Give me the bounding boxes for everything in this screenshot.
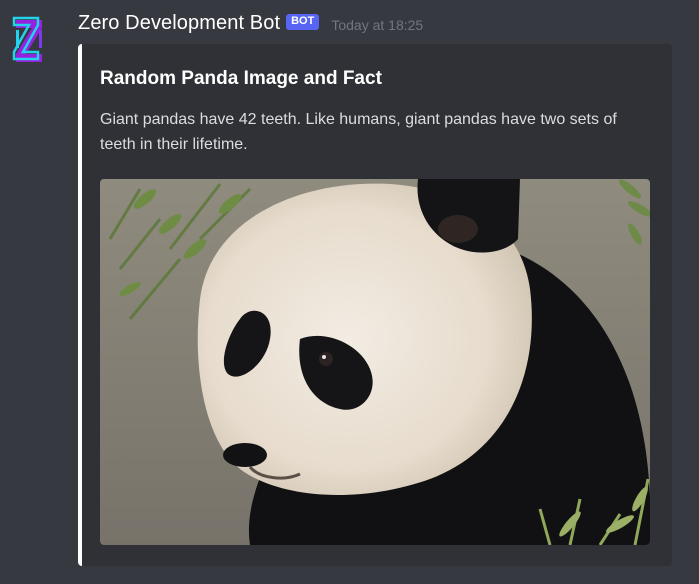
- chat-message: Zero Development Bot BOT Today at 18:25 …: [0, 0, 699, 584]
- bot-badge: BOT: [286, 13, 320, 30]
- embed-card: Random Panda Image and Fact Giant pandas…: [78, 44, 672, 566]
- embed-title: Random Panda Image and Fact: [100, 68, 382, 89]
- embed-description: Giant pandas have 42 teeth. Like humans,…: [100, 111, 617, 153]
- author-name[interactable]: Zero Development Bot: [78, 12, 280, 35]
- embed-image[interactable]: [100, 179, 650, 545]
- message-timestamp[interactable]: Today at 18:25: [331, 17, 423, 33]
- zero-logo-icon: [12, 16, 42, 62]
- message-header: Zero Development Bot BOT Today at 18:25: [78, 12, 423, 35]
- bot-avatar[interactable]: [12, 16, 48, 64]
- panda-photo: [100, 179, 650, 545]
